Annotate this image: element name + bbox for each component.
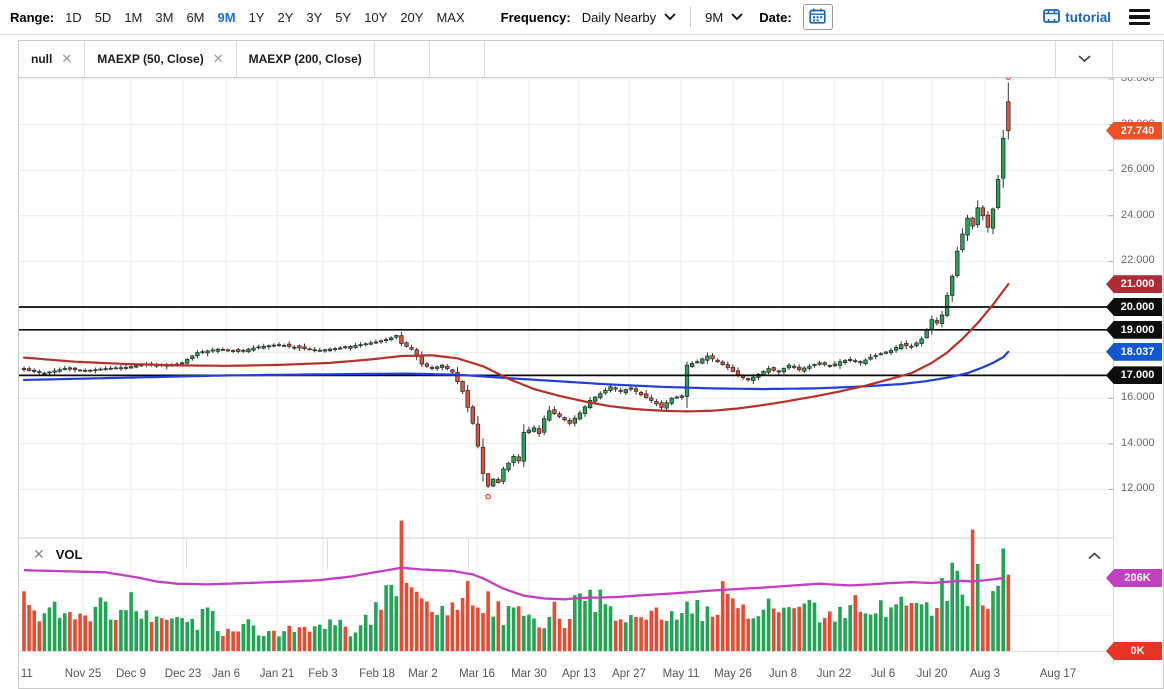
range-option-max[interactable]: MAX <box>436 10 464 25</box>
close-icon[interactable]: ✕ <box>213 51 224 67</box>
price-tick-label: 16.000 <box>1121 391 1155 403</box>
tab-maexp-200-close-[interactable]: MAEXP (200, Close) <box>237 41 375 77</box>
chevron-down-icon <box>731 13 743 21</box>
volume-tabbar: ✕ VOL <box>19 539 469 569</box>
empty-tab-cell <box>430 41 485 77</box>
frequency-label: Frequency: <box>501 10 571 25</box>
range-option-1d[interactable]: 1D <box>65 10 82 25</box>
price-badge: 19.000 <box>1106 321 1162 339</box>
range-option-9m[interactable]: 9M <box>218 10 236 25</box>
range-option-1y[interactable]: 1Y <box>249 10 265 25</box>
indicator-tabbar: null ✕ MAEXP (50, Close) ✕ MAEXP (200, Close… <box>19 41 1163 78</box>
price-badge: 18.037 <box>1106 343 1162 361</box>
date-picker-button[interactable] <box>803 4 833 30</box>
price-tick-label: 12.000 <box>1121 482 1155 494</box>
volume-pane-collapse-button[interactable] <box>1086 546 1103 565</box>
volume-badge: 206K <box>1106 569 1162 587</box>
range-option-5y[interactable]: 5Y <box>335 10 351 25</box>
volume-badge: 0K <box>1106 642 1162 660</box>
range-option-2y[interactable]: 2Y <box>277 10 293 25</box>
tab-label: MAEXP (200, Close) <box>249 52 362 66</box>
tutorial-link[interactable]: tutorial <box>1043 9 1111 26</box>
frequency-dropdown[interactable]: Daily Nearby <box>582 10 676 25</box>
price-badge: 20.000 <box>1106 298 1162 316</box>
candle-bodies-layer <box>22 102 1010 486</box>
tab-maexp-50-close-[interactable]: MAEXP (50, Close) ✕ <box>85 41 236 77</box>
time-tick-label: Nov 11 <box>19 668 47 680</box>
toolbar: Range: 1D 5D 1M 3M 6M 9M 1Y 2Y 3Y 5Y 10Y 20Y MAX Fre… <box>0 0 1164 35</box>
chevron-down-icon <box>1078 52 1091 66</box>
price-badge: 21.000 <box>1106 275 1162 293</box>
range-selector: 1D 5D 1M 3M 6M 9M 1Y 2Y 3Y 5Y 10Y 20Y MAX <box>65 10 465 25</box>
range-option-3y[interactable]: 3Y <box>306 10 322 25</box>
ma200-line <box>24 352 1008 389</box>
empty-tab-cell <box>328 539 469 569</box>
empty-tab-cell <box>187 539 328 569</box>
tab-null[interactable]: null ✕ <box>19 41 85 77</box>
range-option-3m[interactable]: 3M <box>155 10 173 25</box>
tabbar-corner <box>1113 41 1163 77</box>
frequency-value: Daily Nearby <box>582 10 656 25</box>
time-tick-label: Aug 17 <box>1026 668 1090 680</box>
tutorial-video-icon <box>1043 9 1060 26</box>
date-label: Date: <box>759 10 792 25</box>
period-dropdown[interactable]: 9M <box>705 10 743 25</box>
price-tick-label: 24.000 <box>1121 209 1155 221</box>
price-badge: 27.740 <box>1106 122 1162 140</box>
chevron-up-icon <box>1088 548 1101 563</box>
range-option-1m[interactable]: 1M <box>124 10 142 25</box>
chevron-down-icon <box>664 13 676 21</box>
tutorial-label: tutorial <box>1065 10 1111 25</box>
period-value: 9M <box>705 10 723 25</box>
close-icon[interactable]: ✕ <box>61 51 72 67</box>
price-tick-label: 26.000 <box>1121 163 1155 175</box>
range-option-6m[interactable]: 6M <box>186 10 204 25</box>
tabbar-spacer <box>485 41 1055 77</box>
time-axis: Nov 11Nov 25Dec 9Dec 23Jan 6Jan 21Feb 3F… <box>19 662 1113 688</box>
candle-wicks-layer <box>24 82 1008 488</box>
range-label: Range: <box>10 10 54 25</box>
tab-label: null <box>31 52 52 66</box>
calendar-icon <box>809 8 826 27</box>
gridlines-layer <box>19 77 1114 657</box>
toolbar-divider <box>690 7 691 27</box>
volume-ma-line <box>24 568 1003 600</box>
main-pane-collapse-button[interactable] <box>1055 41 1113 77</box>
chart-svg[interactable] <box>19 77 1114 664</box>
price-tick-label: 14.000 <box>1121 437 1155 449</box>
chart-widget: null ✕ MAEXP (50, Close) ✕ MAEXP (200, Close… <box>18 40 1164 689</box>
volume-tab-label: VOL <box>56 547 83 562</box>
price-axis: 30.00028.00026.00024.00022.00016.00014.0… <box>1113 77 1163 662</box>
menu-icon[interactable] <box>1127 7 1152 28</box>
time-tick-label: Aug 3 <box>953 668 1017 680</box>
tab-volume[interactable]: ✕ VOL <box>19 539 187 569</box>
range-option-5d[interactable]: 5D <box>95 10 112 25</box>
range-option-20y[interactable]: 20Y <box>400 10 423 25</box>
ma50-line <box>24 284 1008 411</box>
tab-label: MAEXP (50, Close) <box>97 52 203 66</box>
price-tick-label: 22.000 <box>1121 254 1155 266</box>
price-badge: 17.000 <box>1106 366 1162 384</box>
close-icon[interactable]: ✕ <box>33 546 45 563</box>
empty-tab-cell <box>375 41 430 77</box>
range-option-10y[interactable]: 10Y <box>364 10 387 25</box>
